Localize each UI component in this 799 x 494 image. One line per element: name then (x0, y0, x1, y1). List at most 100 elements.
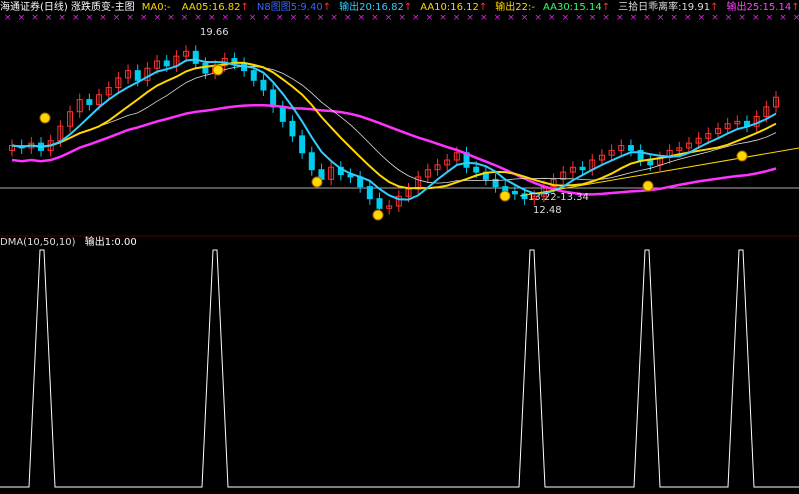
marker-x-icon: × (194, 13, 202, 23)
marker-x-icon: × (589, 13, 597, 23)
marker-x-icon: × (684, 13, 692, 23)
marker-x-icon: × (58, 13, 66, 23)
candle-body (627, 145, 634, 151)
ma-slow-line (11, 65, 777, 184)
candle-body (579, 166, 586, 171)
candle-body (473, 166, 480, 173)
marker-x-icon: × (779, 13, 787, 23)
marker-x-icon: × (793, 13, 799, 23)
marker-x-icon: × (466, 13, 474, 23)
main-price-panel[interactable] (0, 45, 799, 237)
marker-x-icon: × (534, 13, 542, 23)
marker-x-icon: × (113, 13, 121, 23)
header-item: AA30:15.14 (543, 2, 602, 13)
header-item: N8图图5:9.40 (256, 2, 323, 13)
marker-x-icon: × (181, 13, 189, 23)
candle-body (192, 50, 199, 64)
marker-x-icon: × (643, 13, 651, 23)
marker-x-icon: × (262, 13, 270, 23)
marker-x-icon: × (453, 13, 461, 23)
marker-x-icon: × (725, 13, 733, 23)
ma0-label: MA0:- (141, 2, 171, 13)
up-arrow-icon: ↑ (791, 2, 799, 13)
candle-body (366, 186, 373, 200)
marker-x-icon: × (222, 13, 230, 23)
marker-x-icon: × (521, 13, 529, 23)
candle-body (308, 152, 315, 171)
marker-x-icon: × (344, 13, 352, 23)
marker-x-icon: × (249, 13, 257, 23)
dma-output-line (0, 249, 799, 488)
low-price-label: 12.48 (533, 205, 562, 216)
candle-body (270, 89, 277, 108)
candle-body (202, 62, 209, 74)
header-item: 输出25:15.14 (726, 2, 792, 13)
candle-body (250, 70, 257, 81)
up-arrow-icon: ↑ (403, 2, 413, 13)
chart-title: 海通证券(日线) 涨跌质变-主图 (0, 2, 135, 13)
up-arrow-icon: ↑ (601, 2, 611, 13)
marker-x-icon: × (711, 13, 719, 23)
marker-x-icon: × (752, 13, 760, 23)
marker-x-icon: × (494, 13, 502, 23)
dma-title: DMA(10,50,10) (0, 237, 76, 248)
header-item: 输出22:- (495, 2, 535, 13)
marker-x-icon: × (290, 13, 298, 23)
marker-x-icon: × (167, 13, 175, 23)
header-item: AA05:16.82 (181, 2, 241, 13)
marker-x-icon: × (630, 13, 638, 23)
high-price-label: 19.66 (200, 27, 229, 38)
marker-x-icon: × (208, 13, 216, 23)
marker-x-icon: × (507, 13, 515, 23)
candle-body (163, 60, 170, 67)
candle-body (289, 120, 296, 137)
lower-panel-header: DMA(10,50,10) 输出1:0.00 (0, 237, 137, 249)
header-item: 输出20:16.82 (339, 2, 404, 13)
marker-x-icon: × (602, 13, 610, 23)
marker-x-icon: × (698, 13, 706, 23)
marker-x-icon: × (140, 13, 148, 23)
marker-x-icon: × (426, 13, 434, 23)
signal-dot-icon (39, 112, 51, 124)
marker-x-icon: × (398, 13, 406, 23)
dma-panel[interactable] (0, 249, 799, 488)
marker-x-icon: × (45, 13, 53, 23)
marker-x-icon: × (4, 13, 12, 23)
signal-dot-icon (372, 209, 384, 221)
signal-dot-icon (642, 180, 654, 192)
marker-x-icon: × (86, 13, 94, 23)
up-arrow-icon: ↑ (478, 2, 488, 13)
candle-body (511, 190, 518, 195)
marker-x-icon: × (235, 13, 243, 23)
signal-dot-icon (736, 150, 748, 162)
signal-dot-icon (311, 176, 323, 188)
marker-x-icon: × (575, 13, 583, 23)
marker-x-icon: × (303, 13, 311, 23)
marker-x-icon: × (330, 13, 338, 23)
header-item: AA10:16.12 (420, 2, 479, 13)
ma-lines-group (11, 58, 799, 201)
marker-x-icon: × (99, 13, 107, 23)
marker-x-icon: × (358, 13, 366, 23)
up-arrow-icon: ↑ (322, 2, 332, 13)
candle-body (134, 70, 141, 81)
ma30-line (11, 103, 777, 196)
marker-x-icon: × (385, 13, 393, 23)
marker-x-icon: × (616, 13, 624, 23)
range-label: 13.22-13.34 (528, 192, 589, 203)
up-arrow-icon: ↑ (240, 2, 249, 13)
marker-x-icon: × (766, 13, 774, 23)
marker-x-icon: × (276, 13, 284, 23)
marker-row: × × × × × × × × × × × × × × × × × × × × × × × × × × × × × × × × × × × × × × × ×… (4, 13, 799, 23)
marker-x-icon: × (738, 13, 746, 23)
marker-x-icon: × (562, 13, 570, 23)
candle-body (299, 135, 306, 154)
marker-x-icon: × (480, 13, 488, 23)
up-arrow-icon: ↑ (710, 2, 719, 13)
candle-body (376, 198, 383, 209)
header-bar: 海通证券(日线) 涨跌质变-主图 MA0:- AA05:16.82↑ N8图图5:… (0, 2, 799, 14)
marker-x-icon: × (72, 13, 80, 23)
marker-x-icon: × (31, 13, 39, 23)
dma-output: 输出1:0.00 (84, 237, 137, 248)
ma10-line (11, 61, 777, 190)
